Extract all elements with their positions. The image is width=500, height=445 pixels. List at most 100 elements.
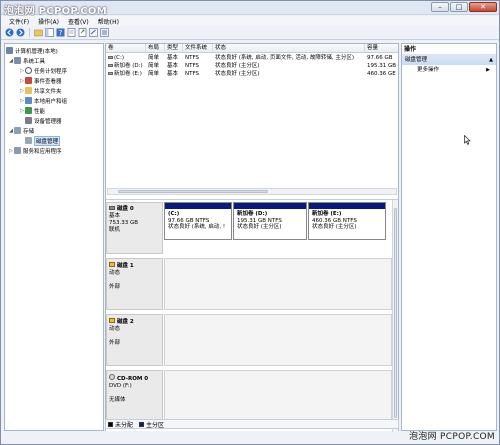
mouse-cursor-icon — [464, 135, 471, 145]
minimize-button[interactable]: – — [431, 2, 449, 12]
properties-icon[interactable] — [67, 28, 76, 37]
volume-filesystem: NTFS — [185, 55, 200, 61]
shared-folder-icon — [25, 87, 32, 94]
disk-management-icon — [25, 137, 32, 144]
volume-list-header: 卷 布局 类型 文件系统 状态 容量 — [106, 44, 398, 53]
partition-d[interactable]: 新加卷 (D:) 195.31 GB NTFS 状态良好 (主分区) — [233, 202, 307, 240]
tree-node-event-viewer[interactable]: ▷ 事件查看器 — [19, 76, 62, 85]
volume-capacity: 97.66 GB — [367, 55, 393, 61]
tree-node-device-manager[interactable]: 设备管理器 — [19, 116, 62, 125]
event-viewer-icon — [25, 77, 32, 84]
partition-status: 状态良好 (系统, 启动, ! — [168, 224, 226, 230]
column-header-capacity[interactable]: 容量 — [365, 44, 398, 52]
device-manager-icon — [25, 117, 32, 124]
volume-icon — [108, 72, 113, 75]
volume-filesystem: NTFS — [185, 63, 200, 69]
volume-row[interactable]: (C:) 简单 基本 NTFS 状态良好 (系统, 启动, 页面文件, 活动, … — [106, 54, 398, 62]
column-header-status[interactable]: 状态 — [213, 44, 365, 52]
tools-icon — [14, 57, 21, 64]
clock-icon — [25, 67, 32, 74]
tree-node-local-users-groups[interactable]: ▷ 本地用户和组 — [19, 96, 67, 105]
tree-node-computer-management[interactable]: 计算机管理(本地) — [6, 46, 58, 55]
disk-2-type: 动态 — [109, 326, 121, 332]
actions-section-disk-management[interactable]: 磁盘管理 ▲ — [402, 55, 496, 65]
volume-row[interactable]: 新加卷 (D:) 简单 基本 NTFS 状态良好 (主分区) 195.31 GB — [106, 62, 398, 70]
tree-node-system-tools[interactable]: ◢ 系统工具 — [8, 56, 45, 65]
partition-c[interactable]: (C:) 97.66 GB NTFS 状态良好 (系统, 启动, ! — [164, 202, 232, 240]
scrollbar-thumb[interactable] — [394, 208, 397, 418]
column-header-type[interactable]: 类型 — [165, 44, 183, 52]
console-tree: 计算机管理(本地) ◢ 系统工具 ▷ 任务计划程序 ▷ 事件查看器 ▷ 共享文件… — [4, 43, 104, 431]
tree-node-shared-folders[interactable]: ▷ 共享文件夹 — [19, 86, 62, 95]
volume-status: 状态良好 (主分区) — [215, 71, 260, 77]
console-tree-icon[interactable] — [45, 28, 54, 37]
menu-view[interactable]: 查看(V) — [68, 17, 89, 26]
disk-2-title: 磁盘 2 — [109, 318, 160, 326]
volume-list-scrollbar[interactable] — [107, 188, 397, 195]
disk-2-label[interactable]: 磁盘 2 动态 外部 — [106, 314, 163, 366]
scrollbar-thumb[interactable] — [118, 190, 268, 193]
volume-layout: 简单 — [148, 55, 160, 61]
cdrom-0-title: CD-ROM 0 — [109, 374, 160, 383]
disk-0-status: 联机 — [109, 227, 121, 233]
back-arrow-icon[interactable] — [5, 28, 14, 37]
forward-arrow-icon[interactable] — [16, 28, 25, 37]
refresh-icon[interactable] — [89, 28, 98, 37]
partition-e[interactable]: 新加卷 (E:) 460.36 GB NTFS 状态良好 (主分区) — [308, 202, 386, 240]
cdrom-0-status: 无媒体 — [109, 397, 126, 403]
tree-node-performance[interactable]: ▷ 性能 — [19, 106, 45, 115]
volume-type: 基本 — [167, 63, 179, 69]
column-header-volume[interactable]: 卷 — [106, 44, 146, 52]
volume-type: 基本 — [167, 55, 179, 61]
tree-node-task-scheduler[interactable]: ▷ 任务计划程序 — [19, 66, 67, 75]
menu-help[interactable]: 帮助(H) — [98, 17, 119, 26]
menu-action[interactable]: 操作(A) — [38, 17, 59, 26]
cdrom-0-label[interactable]: CD-ROM 0 DVD (F:) 无媒体 — [106, 370, 163, 426]
column-header-filesystem[interactable]: 文件系统 — [183, 44, 213, 52]
watermark-top: 泡泡网 PCPOP.COM — [4, 6, 107, 17]
title-bar: 泡泡网 PCPOP.COM – □ ✕ — [1, 1, 499, 17]
cdrom-0-media[interactable] — [164, 370, 392, 426]
legend-label-unallocated: 未分配 — [115, 421, 134, 429]
volume-filesystem: NTFS — [185, 71, 200, 77]
volume-layout: 简单 — [148, 63, 160, 69]
partition-status: 状态良好 (主分区) — [312, 224, 357, 230]
disk-1-title: 磁盘 1 — [109, 262, 160, 270]
disk-graphical-view: 磁盘 0 基本 753.33 GB 联机 (C:) 97.66 GB NTFS … — [106, 199, 398, 432]
disk-0-label[interactable]: 磁盘 0 基本 753.33 GB 联机 — [106, 202, 163, 254]
help-icon[interactable]: ? — [56, 28, 65, 37]
volume-capacity: 195.31 GB — [367, 63, 397, 69]
tree-node-storage[interactable]: ◢ 存储 — [8, 126, 34, 135]
actions-header: 操作 — [402, 44, 496, 55]
column-header-layout[interactable]: 布局 — [146, 44, 165, 52]
dynamic-disk-icon — [109, 318, 115, 323]
tree-node-services-applications[interactable]: ▷ 服务和应用程序 — [8, 146, 62, 155]
computer-icon — [6, 47, 13, 54]
volume-row[interactable]: 新加卷 (E:) 简单 基本 NTFS 状态良好 (主分区) 460.36 GE — [106, 70, 398, 78]
disk-management-pane: 卷 布局 类型 文件系统 状态 容量 (C:) 简单 基本 NTFS 状态良好 … — [105, 43, 399, 432]
more-actions-item[interactable]: 更多操作 ▶ — [402, 65, 496, 75]
disk-0-size: 753.33 GB — [109, 220, 139, 226]
disk-2-status: 外部 — [109, 340, 121, 346]
disk-view-scrollbar[interactable] — [392, 200, 398, 432]
watermark-bottom: 泡泡网 PCPOP.COM — [408, 432, 495, 442]
close-button[interactable]: ✕ — [469, 2, 497, 12]
disk-2-unallocated[interactable] — [164, 314, 392, 366]
dynamic-disk-icon — [109, 262, 115, 267]
disk-1-label[interactable]: 磁盘 1 动态 外部 — [106, 258, 163, 310]
volume-capacity: 460.36 GE — [367, 71, 396, 77]
disk-1-unallocated[interactable] — [164, 258, 392, 310]
tree-node-disk-management[interactable]: 磁盘管理 — [19, 135, 61, 146]
disk-0-partitions: (C:) 97.66 GB NTFS 状态良好 (系统, 启动, ! 新加卷 (… — [164, 202, 392, 254]
volume-layout: 简单 — [148, 71, 160, 77]
volume-name: 新加卷 (E:) — [106, 70, 146, 78]
collapse-arrow-icon[interactable]: ▲ — [489, 55, 493, 65]
performance-icon — [25, 107, 32, 114]
view-icon[interactable] — [100, 28, 109, 37]
export-icon[interactable] — [78, 28, 87, 37]
up-folder-icon[interactable] — [34, 28, 43, 37]
menu-file[interactable]: 文件(F) — [9, 17, 29, 26]
window-controls: – □ ✕ — [431, 2, 497, 12]
maximize-button[interactable]: □ — [450, 2, 468, 12]
toolbar-separator — [29, 28, 30, 37]
